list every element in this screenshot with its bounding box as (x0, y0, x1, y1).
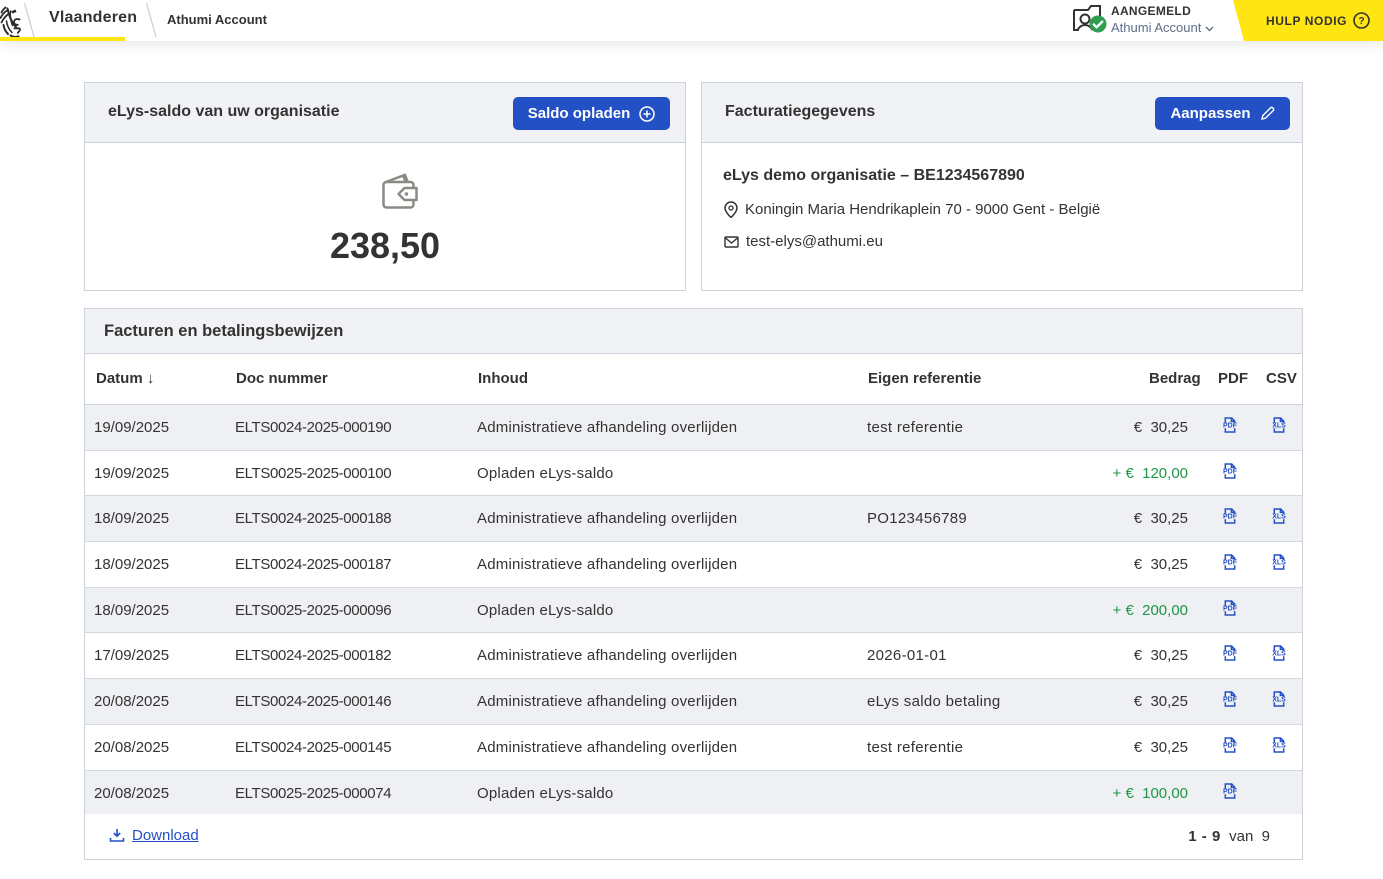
svg-text:PDF: PDF (1223, 514, 1238, 521)
svg-text:XLS: XLS (1272, 651, 1286, 658)
svg-text:PDF: PDF (1223, 697, 1238, 704)
svg-text:PDF: PDF (1223, 468, 1238, 475)
svg-text:PDF: PDF (1223, 788, 1238, 795)
svg-text:XLS: XLS (1272, 514, 1286, 521)
svg-text:XLS: XLS (1272, 423, 1286, 430)
svg-text:?: ? (1358, 16, 1364, 27)
svg-text:PDF: PDF (1223, 605, 1238, 612)
svg-text:XLS: XLS (1272, 560, 1286, 567)
svg-text:PDF: PDF (1223, 560, 1238, 567)
svg-text:XLS: XLS (1272, 742, 1286, 749)
svg-text:PDF: PDF (1223, 742, 1238, 749)
svg-text:XLS: XLS (1272, 697, 1286, 704)
svg-text:PDF: PDF (1223, 651, 1238, 658)
svg-text:PDF: PDF (1223, 423, 1238, 430)
